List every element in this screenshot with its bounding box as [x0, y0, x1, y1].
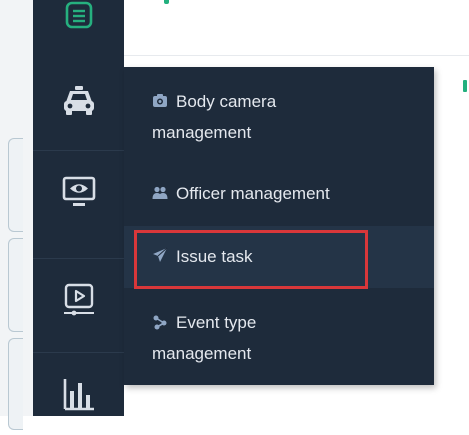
sidebar — [33, 0, 124, 416]
menu-item-officer-management[interactable]: Officer management — [124, 179, 434, 209]
menu-item-label: Event type — [176, 313, 257, 332]
sidebar-item-list[interactable] — [33, 0, 124, 56]
tab-edge[interactable] — [8, 338, 23, 430]
sidebar-item-video[interactable] — [33, 258, 124, 341]
dropdown-menu: Body camera management Officer managemen… — [124, 67, 434, 385]
menu-item-event-type-management[interactable]: Event type management — [124, 308, 434, 370]
menu-item-label: Body camera — [176, 92, 277, 111]
list-icon — [64, 0, 94, 30]
video-play-icon — [62, 283, 96, 317]
sidebar-item-statistics[interactable] — [33, 352, 124, 435]
main-accent-mark — [164, 0, 169, 4]
tab-edge[interactable] — [8, 138, 23, 232]
sidebar-item-vehicle[interactable] — [33, 60, 124, 142]
menu-item-label: Officer management — [176, 184, 330, 203]
menu-item-body-camera-management[interactable]: Body camera management — [124, 87, 434, 149]
chart-icon — [62, 377, 96, 411]
tab-edge[interactable] — [8, 238, 23, 332]
car-icon — [62, 85, 96, 117]
menu-item-label: management — [152, 344, 252, 363]
sidebar-item-monitor[interactable] — [33, 150, 124, 233]
menu-item-label: management — [152, 123, 252, 142]
monitor-eye-icon — [62, 176, 96, 208]
main-divider — [124, 55, 469, 56]
highlight-box — [134, 230, 368, 289]
main-accent-mark — [463, 80, 467, 92]
